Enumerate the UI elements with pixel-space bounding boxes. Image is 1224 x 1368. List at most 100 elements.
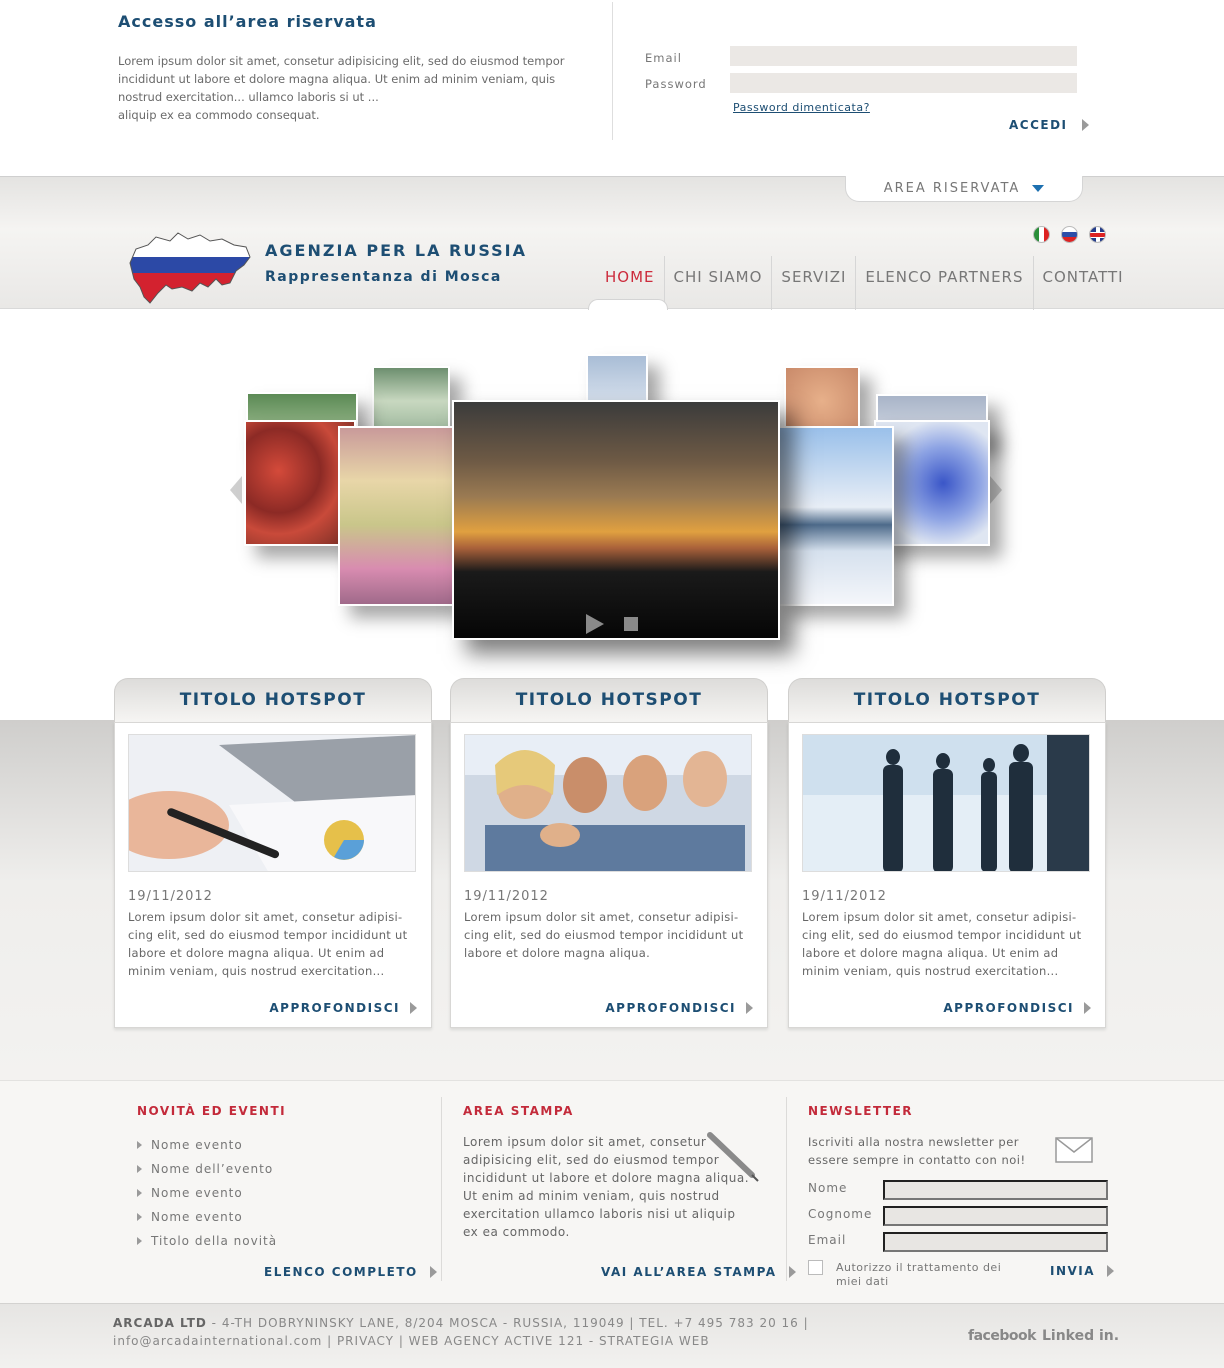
column-divider	[441, 1097, 442, 1281]
elenco-completo-link[interactable]: ELENCO COMPLETO	[264, 1265, 437, 1279]
arrow-right-icon	[410, 1002, 417, 1014]
linkedin-icon[interactable]: Linked in.	[1042, 1328, 1119, 1344]
email-input[interactable]	[730, 46, 1077, 66]
area-stampa-link[interactable]: VAI ALL’AREA STAMPA	[601, 1265, 796, 1279]
news-list: Nome evento Nome dell’evento Nome evento…	[137, 1133, 277, 1253]
newsletter-title: NEWSLETTER	[808, 1104, 914, 1118]
hotspot-title: TITOLO HOTSPOT	[788, 678, 1106, 722]
nav-chi-siamo[interactable]: CHI SIAMO	[663, 256, 772, 310]
bullet-arrow-icon	[137, 1141, 142, 1149]
address-text: - 4-TH DOBRYNINSKY LANE, 8/204 MOSCA - R…	[206, 1316, 809, 1330]
hotspot-body: 19/11/2012 Lorem ipsum dolor sit amet, c…	[450, 722, 768, 1028]
hotspot-title: TITOLO HOTSPOT	[114, 678, 432, 722]
hotspot-card-1: TITOLO HOTSPOT 19/11/2012 Lorem ipsum do…	[114, 678, 432, 1030]
consent-label: Autorizzo il trattamento dei miei dati	[836, 1261, 1002, 1288]
footer-links[interactable]: info@arcadainternational.com | PRIVACY |…	[113, 1334, 710, 1348]
news-item[interactable]: Nome dell’evento	[137, 1157, 277, 1181]
play-icon	[586, 614, 604, 634]
arrow-right-icon	[746, 1002, 753, 1014]
hotspot-body: 19/11/2012 Lorem ipsum dolor sit amet, c…	[788, 722, 1106, 1028]
hotspot-body: 19/11/2012 Lorem ipsum dolor sit amet, c…	[114, 722, 432, 1028]
newsletter-email-input[interactable]	[883, 1232, 1108, 1252]
password-label: Password	[645, 77, 707, 91]
main-nav: HOME CHI SIAMO SERVIZI ELENCO PARTNERS C…	[596, 256, 1133, 310]
russia-map-logo[interactable]	[126, 227, 252, 305]
stop-icon	[624, 617, 638, 631]
login-button[interactable]: ACCEDI	[1009, 118, 1089, 132]
footer-address: ARCADA LTD - 4-TH DOBRYNINSKY LANE, 8/20…	[113, 1316, 809, 1330]
hotspot-date: 19/11/2012	[128, 889, 213, 904]
pen-icon	[707, 1132, 759, 1182]
russian-flag-icon[interactable]	[1061, 226, 1078, 243]
company-name: ARCADA LTD	[113, 1316, 207, 1330]
login-panel: Accesso all’area riservata Lorem ipsum d…	[0, 0, 1224, 176]
slideshow-controls	[586, 614, 638, 634]
newsletter-email-label: Email	[808, 1233, 847, 1247]
cognome-label: Cognome	[808, 1207, 873, 1221]
carousel-thumb-winter[interactable]	[776, 426, 894, 606]
logo-subtitle: Rappresentanza di Mosca	[265, 269, 502, 285]
nav-servizi[interactable]: SERVIZI	[771, 256, 855, 310]
facebook-icon[interactable]: facebook	[968, 1328, 1036, 1344]
news-item[interactable]: Titolo della novità	[137, 1229, 277, 1253]
newsletter-text: Iscriviti alla nostra newsletter per ess…	[808, 1135, 1026, 1167]
hotspot-title: TITOLO HOTSPOT	[450, 678, 768, 722]
arrow-right-icon	[788, 1266, 796, 1278]
password-input[interactable]	[730, 73, 1077, 93]
hotspot-text: Lorem ipsum dolor sit amet, consetur adi…	[802, 910, 1082, 978]
hotspot-date: 19/11/2012	[464, 889, 549, 904]
uk-flag-icon[interactable]	[1089, 226, 1106, 243]
forgot-password-link[interactable]: Password dimenticata?	[733, 101, 870, 114]
bullet-arrow-icon	[137, 1237, 142, 1245]
prev-arrow-icon[interactable]	[230, 476, 242, 504]
press-title: AREA STAMPA	[463, 1104, 574, 1118]
login-title: Accesso all’area riservata	[118, 12, 377, 31]
bullet-arrow-icon	[137, 1189, 142, 1197]
news-item[interactable]: Nome evento	[137, 1181, 277, 1205]
news-item[interactable]: Nome evento	[137, 1205, 277, 1229]
hotspot-text: Lorem ipsum dolor sit amet, consetur adi…	[128, 910, 408, 978]
approfondisci-label: APPROFONDISCI	[943, 1001, 1074, 1015]
approfondisci-label: APPROFONDISCI	[269, 1001, 400, 1015]
approfondisci-label: APPROFONDISCI	[605, 1001, 736, 1015]
carousel-main-photo[interactable]	[452, 400, 780, 640]
arrow-right-icon	[1084, 1002, 1091, 1014]
hotspot-image-business[interactable]	[802, 734, 1090, 872]
nav-elenco-partners[interactable]: ELENCO PARTNERS	[855, 256, 1032, 310]
nav-contatti[interactable]: CONTATTI	[1032, 256, 1133, 310]
hotspot-card-3: TITOLO HOTSPOT 19/11/2012 Lorem ipsum do…	[788, 678, 1106, 1030]
approfondisci-button[interactable]: APPROFONDISCI	[605, 1001, 753, 1015]
site-footer: ARCADA LTD - 4-TH DOBRYNINSKY LANE, 8/20…	[0, 1303, 1224, 1368]
next-arrow-icon[interactable]	[990, 476, 1002, 504]
site-header: AREA RISERVATA AGENZIA PER LA RUSSIA Rap…	[0, 176, 1224, 311]
bullet-arrow-icon	[137, 1213, 142, 1221]
image-carousel	[0, 310, 1224, 680]
column-divider	[786, 1097, 787, 1281]
arrow-right-icon	[1107, 1265, 1115, 1277]
reserved-area-toggle[interactable]: AREA RISERVATA	[845, 176, 1083, 202]
hotspot-image-audience[interactable]	[464, 734, 752, 872]
nome-input[interactable]	[883, 1180, 1108, 1200]
news-item[interactable]: Nome evento	[137, 1133, 277, 1157]
carousel-thumb-meadow[interactable]	[338, 426, 454, 606]
italian-flag-icon[interactable]	[1033, 226, 1050, 243]
chevron-down-icon	[1032, 185, 1045, 192]
approfondisci-button[interactable]: APPROFONDISCI	[269, 1001, 417, 1015]
invia-button[interactable]: INVIA	[1050, 1264, 1115, 1278]
consent-checkbox[interactable]	[808, 1260, 823, 1275]
login-description: Lorem ipsum dolor sit amet, consetur adi…	[118, 54, 565, 122]
bullet-arrow-icon	[137, 1165, 142, 1173]
reserved-area-label: AREA RISERVATA	[883, 181, 1021, 196]
hotspot-date: 19/11/2012	[802, 889, 887, 904]
cognome-input[interactable]	[883, 1206, 1108, 1226]
news-title: NOVITÀ ED EVENTI	[137, 1104, 287, 1118]
approfondisci-button[interactable]: APPROFONDISCI	[943, 1001, 1091, 1015]
arrow-right-icon	[1081, 119, 1089, 131]
login-button-label: ACCEDI	[1009, 118, 1068, 132]
nome-label: Nome	[808, 1181, 848, 1195]
envelope-icon	[1055, 1137, 1093, 1163]
email-label: Email	[645, 51, 682, 65]
logo-title: AGENZIA PER LA RUSSIA	[265, 241, 528, 260]
hotspot-image-finance[interactable]	[128, 734, 416, 872]
login-divider	[612, 2, 613, 140]
